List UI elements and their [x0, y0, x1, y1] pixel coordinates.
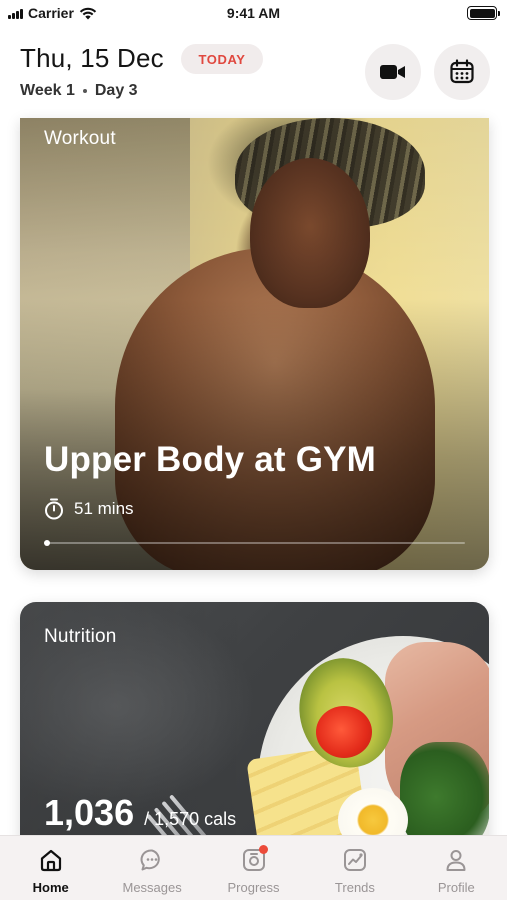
- day-label: Day 3: [94, 82, 138, 99]
- video-camera-icon: [380, 65, 405, 79]
- calendar-button[interactable]: [434, 44, 490, 100]
- workout-progress-bar: [44, 540, 465, 546]
- bottom-tab-bar: Home Messages Progress Trends Profile: [0, 835, 507, 900]
- trends-chart-icon: [341, 846, 369, 874]
- tab-profile[interactable]: Profile: [406, 836, 507, 900]
- header: Thu, 15 Dec TODAY Week 1 Day 3: [0, 40, 507, 110]
- calorie-summary: 1,036 / 1,570 cals: [44, 792, 236, 834]
- today-badge[interactable]: TODAY: [181, 44, 263, 74]
- workout-card[interactable]: Workout Upper Body at GYM 51 mins: [20, 118, 489, 570]
- profile-icon: [442, 846, 470, 874]
- stopwatch-icon: [45, 498, 63, 520]
- workout-label: Workout: [44, 128, 116, 149]
- duration-value: 51 mins: [74, 499, 134, 518]
- calories-goal: / 1,570 cals: [144, 809, 237, 829]
- tab-trends[interactable]: Trends: [304, 836, 405, 900]
- workout-progress-indicator: [44, 540, 50, 546]
- page-title: Thu, 15 Dec: [20, 43, 164, 73]
- tab-profile-label: Profile: [437, 880, 475, 895]
- chat-icon: [138, 846, 166, 874]
- tab-home[interactable]: Home: [0, 836, 101, 900]
- tab-trends-label: Trends: [334, 880, 375, 895]
- week-label: Week 1: [20, 82, 75, 99]
- status-bar: Carrier 9:41 AM: [0, 0, 507, 28]
- progress-notification-badge: [258, 845, 268, 854]
- week-day-subtitle: Week 1 Day 3: [20, 82, 138, 100]
- nutrition-label: Nutrition: [44, 626, 117, 647]
- progress-camera-icon: [240, 845, 268, 874]
- status-time: 9:41 AM: [226, 5, 281, 21]
- tab-progress[interactable]: Progress: [203, 836, 304, 900]
- home-icon: [37, 846, 65, 874]
- tab-messages-label: Messages: [122, 880, 182, 895]
- tab-home-label: Home: [32, 880, 69, 895]
- separator-dot: [82, 89, 87, 93]
- calendar-icon: [450, 59, 474, 84]
- workout-title: Upper Body at GYM: [44, 440, 377, 479]
- workout-duration: 51 mins: [44, 498, 134, 520]
- tab-messages[interactable]: Messages: [101, 836, 202, 900]
- battery-icon: [467, 6, 500, 20]
- calories-consumed: 1,036: [44, 792, 135, 833]
- tab-progress-label: Progress: [227, 880, 280, 895]
- nutrition-card[interactable]: Nutrition 1,036 / 1,570 cals: [20, 602, 489, 862]
- video-button[interactable]: [365, 44, 421, 100]
